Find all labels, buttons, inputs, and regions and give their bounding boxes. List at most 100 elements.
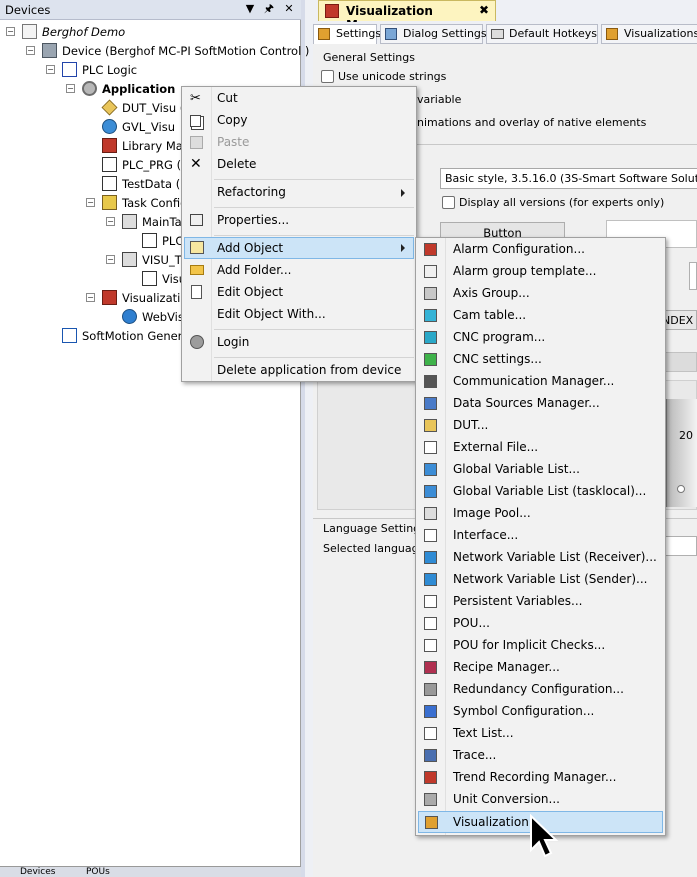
- menu-item-edit-object[interactable]: Edit Object: [184, 282, 414, 304]
- dropdown-icon[interactable]: ▼: [243, 2, 257, 16]
- menu-item-add-object[interactable]: Add Object: [184, 237, 414, 259]
- submenu-item-external-file[interactable]: External File...: [418, 437, 663, 459]
- close-tab-icon[interactable]: ✖: [479, 3, 489, 17]
- global-variable-list-icon: [102, 119, 117, 134]
- submenu-item-recipe-manager[interactable]: Recipe Manager...: [418, 657, 663, 679]
- style-select[interactable]: Basic style, 3.5.16.0 (3S-Smart Software…: [440, 168, 697, 189]
- edit-object-icon: [191, 285, 202, 299]
- devices-panel-header: Devices ▼ 🖈 ✕: [0, 0, 301, 20]
- submenu-item-text-list[interactable]: Text List...: [418, 723, 663, 745]
- submenu-item-pou[interactable]: POU...: [418, 613, 663, 635]
- tab-devices[interactable]: Devices: [20, 868, 55, 877]
- tab-settings[interactable]: Settings: [313, 24, 381, 44]
- collapse-icon[interactable]: −: [6, 27, 15, 36]
- tab-visualization-manager[interactable]: Visualization Manager ✖: [318, 0, 496, 32]
- preview-element: [689, 262, 697, 290]
- submenu-item-trace[interactable]: Trace...: [418, 745, 663, 767]
- use-unicode-checkbox[interactable]: [321, 70, 334, 83]
- axis-group-icon: [424, 287, 437, 300]
- submenu-item-data-sources-manager[interactable]: Data Sources Manager...: [418, 393, 663, 415]
- tab-default-hotkeys[interactable]: Default Hotkeys: [486, 24, 598, 44]
- collapse-icon[interactable]: −: [106, 217, 115, 226]
- settings-tab-icon: [318, 28, 330, 40]
- add-object-submenu: Alarm Configuration... Alarm group templa…: [415, 237, 666, 836]
- collapse-icon[interactable]: −: [86, 198, 95, 207]
- global-variable-list-tasklocal-icon: [424, 485, 437, 498]
- submenu-item-persistent-variables[interactable]: Persistent Variables...: [418, 591, 663, 613]
- selected-language-field[interactable]: [665, 536, 697, 556]
- menu-item-delete[interactable]: ✕ Delete: [184, 154, 414, 176]
- submenu-item-pou-for-implicit-checks[interactable]: POU for Implicit Checks...: [418, 635, 663, 657]
- webvisu-icon: [122, 309, 137, 324]
- alarm-group-template-icon: [424, 265, 437, 278]
- tab-pous[interactable]: POUs: [86, 868, 110, 877]
- visualization-icon: [425, 816, 438, 829]
- close-icon[interactable]: ✕: [282, 2, 296, 16]
- tree-item-testdata[interactable]: TestData (P: [122, 177, 187, 191]
- tree-item-device[interactable]: Device (Berghof MC-PI SoftMotion Control…: [62, 44, 309, 58]
- menu-item-login[interactable]: Login: [184, 332, 414, 354]
- submenu-item-communication-manager[interactable]: Communication Manager...: [418, 371, 663, 393]
- menu-item-edit-object-with[interactable]: Edit Object With...: [184, 304, 414, 326]
- gauge-needle: [677, 485, 685, 493]
- tree-item-gvl-visu[interactable]: GVL_Visu: [122, 120, 175, 134]
- submenu-item-unit-conversion[interactable]: Unit Conversion...: [418, 789, 663, 811]
- submenu-item-cnc-program[interactable]: CNC program...: [418, 327, 663, 349]
- submenu-item-alarm-group-template[interactable]: Alarm group template...: [418, 261, 663, 283]
- collapse-icon[interactable]: −: [106, 255, 115, 264]
- submenu-item-symbol-configuration[interactable]: Symbol Configuration...: [418, 701, 663, 723]
- collapse-icon[interactable]: −: [26, 46, 35, 55]
- tree-item-berghof-demo[interactable]: Berghof Demo: [42, 25, 125, 39]
- plc-logic-icon: [62, 62, 77, 77]
- submenu-item-network-variable-list-sender[interactable]: Network Variable List (Sender)...: [418, 569, 663, 591]
- general-settings-label: General Settings: [323, 51, 415, 64]
- submenu-item-cam-table[interactable]: Cam table...: [418, 305, 663, 327]
- submenu-item-interface[interactable]: Interface...: [418, 525, 663, 547]
- copy-icon: [190, 115, 201, 127]
- menu-item-paste[interactable]: Paste: [184, 132, 414, 154]
- interface-icon: [424, 529, 437, 542]
- menu-item-add-folder[interactable]: Add Folder...: [184, 260, 414, 282]
- tree-item-plc-prg[interactable]: PLC_PRG (P: [122, 158, 188, 172]
- visualization-manager-icon: [325, 4, 339, 18]
- redundancy-configuration-icon: [424, 683, 437, 696]
- menu-item-copy[interactable]: Copy: [184, 110, 414, 132]
- collapse-icon[interactable]: −: [86, 293, 95, 302]
- symbol-configuration-icon: [424, 705, 437, 718]
- submenu-item-network-variable-list-receiver[interactable]: Network Variable List (Receiver)...: [418, 547, 663, 569]
- tab-visualizations[interactable]: Visualizations: [601, 24, 697, 44]
- gauge-value: 20: [679, 429, 693, 442]
- submenu-item-cnc-settings[interactable]: CNC settings...: [418, 349, 663, 371]
- tree-item-plc-logic[interactable]: PLC Logic: [82, 63, 137, 77]
- pin-icon[interactable]: 🖈: [262, 2, 276, 16]
- dut-icon: [424, 419, 437, 432]
- menu-item-cut[interactable]: ✂ Cut: [184, 88, 414, 110]
- submenu-item-redundancy-configuration[interactable]: Redundancy Configuration...: [418, 679, 663, 701]
- tab-dialog-settings[interactable]: Dialog Settings: [380, 24, 487, 44]
- submenu-item-global-variable-list[interactable]: Global Variable List...: [418, 459, 663, 481]
- submenu-item-alarm-configuration[interactable]: Alarm Configuration...: [418, 239, 663, 261]
- style-select-value: Basic style, 3.5.16.0 (3S-Smart Software…: [445, 172, 697, 185]
- submenu-item-trend-recording-manager[interactable]: Trend Recording Manager...: [418, 767, 663, 789]
- display-all-versions-checkbox[interactable]: [442, 196, 455, 209]
- image-pool-icon: [424, 507, 437, 520]
- external-file-icon: [424, 441, 437, 454]
- submenu-item-global-variable-list-tasklocal[interactable]: Global Variable List (tasklocal)...: [418, 481, 663, 503]
- pou-icon: [102, 157, 117, 172]
- tree-item-application[interactable]: Application: [102, 82, 175, 96]
- delete-icon: ✕: [190, 156, 202, 172]
- menu-item-delete-application[interactable]: Delete application from device: [184, 360, 414, 382]
- collapse-icon[interactable]: −: [46, 65, 55, 74]
- submenu-item-dut[interactable]: DUT...: [418, 415, 663, 437]
- menu-item-refactoring[interactable]: Refactoring: [184, 182, 414, 204]
- menu-item-properties[interactable]: Properties...: [184, 210, 414, 232]
- submenu-item-axis-group[interactable]: Axis Group...: [418, 283, 663, 305]
- text-list-icon: [424, 727, 437, 740]
- submenu-item-image-pool[interactable]: Image Pool...: [418, 503, 663, 525]
- collapse-icon[interactable]: −: [66, 84, 75, 93]
- communication-manager-icon: [424, 375, 437, 388]
- cnc-settings-icon: [424, 353, 437, 366]
- network-variable-list-sender-icon: [424, 573, 437, 586]
- mouse-cursor-icon: [530, 814, 559, 858]
- task-configuration-icon: [102, 195, 117, 210]
